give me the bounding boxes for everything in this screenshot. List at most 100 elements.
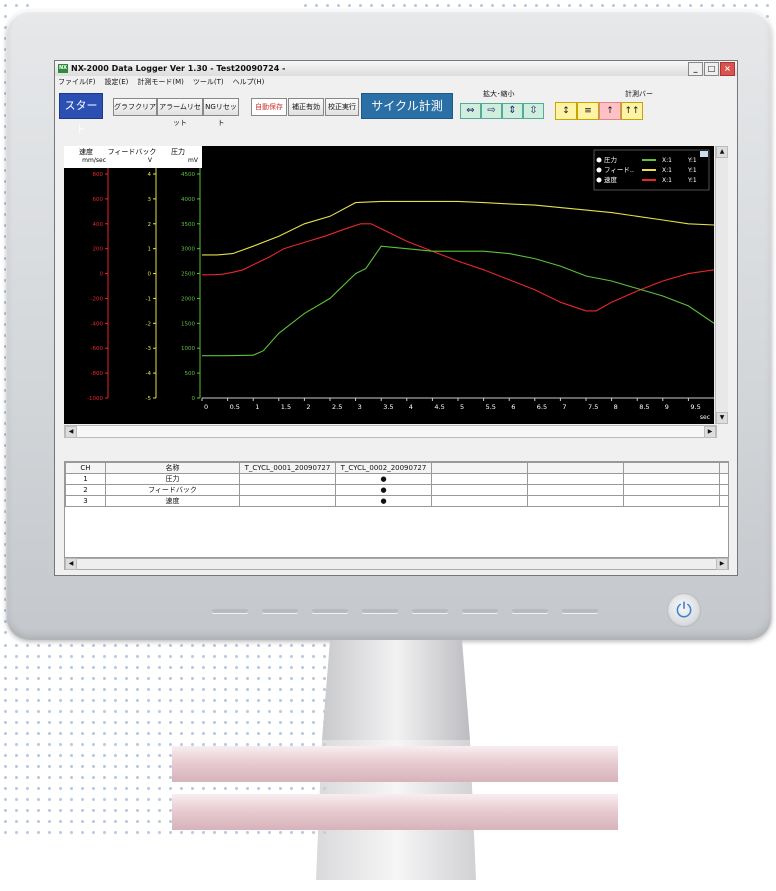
bezel-button[interactable] <box>262 609 298 613</box>
chart-horizontal-scrollbar[interactable]: ◀ ▶ <box>64 425 717 438</box>
measure-bar-marker-icon[interactable]: ↑ <box>599 102 621 120</box>
table-row[interactable]: 1 圧力 ● <box>65 473 729 485</box>
cell-file-1[interactable] <box>239 484 336 496</box>
measure-bar-pair-icon[interactable]: ↑↑ <box>621 102 643 120</box>
col-header-empty <box>719 462 729 474</box>
axis-tick-label: 1 <box>148 247 152 253</box>
scroll-right-icon[interactable]: ▶ <box>716 558 728 570</box>
auto-save-toggle[interactable]: 自動保存 <box>251 98 287 116</box>
cell-name: フィードバック <box>105 484 240 496</box>
maximize-button[interactable]: □ <box>704 61 719 76</box>
table-row[interactable]: 2 フィードバック ● <box>65 484 729 496</box>
axis-tick-label: 400 <box>93 222 104 228</box>
bezel-button[interactable] <box>212 609 248 613</box>
menu-file[interactable]: ファイル(F) <box>58 77 96 87</box>
monitor-stand <box>172 640 618 880</box>
axis-tick-label: 600 <box>93 197 104 203</box>
minimize-button[interactable]: _ <box>688 61 703 76</box>
bezel-button[interactable] <box>512 609 548 613</box>
waveform-chart[interactable]: 速度mm/sec8006004002000-200-400-600-800-10… <box>64 146 714 424</box>
x-tick-label: 9.5 <box>690 403 700 411</box>
axis-tick-label: -800 <box>91 371 104 377</box>
cell-file-1[interactable] <box>239 473 336 485</box>
menu-measure-mode[interactable]: 計測モード(M) <box>137 77 184 87</box>
col-header-empty <box>431 462 528 474</box>
x-tick-label: 0 <box>204 403 208 411</box>
bezel-button[interactable] <box>312 609 348 613</box>
x-tick-label: 4.5 <box>434 403 444 411</box>
x-tick-label: 7.5 <box>588 403 598 411</box>
graph-clear-button[interactable]: グラフクリア <box>113 98 157 116</box>
correction-toggle[interactable]: 補正有効 <box>288 98 324 116</box>
start-button[interactable]: スタート <box>59 93 103 136</box>
scroll-left-icon[interactable]: ◀ <box>65 426 77 438</box>
x-tick-label: 7 <box>562 403 566 411</box>
cell-file-2[interactable]: ● <box>335 495 432 507</box>
legend-x-scale: X:1 <box>662 157 672 164</box>
scroll-down-icon[interactable]: ▼ <box>716 412 728 424</box>
menu-tools[interactable]: ツール(T) <box>193 77 224 87</box>
power-icon[interactable]: ⏻ <box>667 593 701 627</box>
bezel-button[interactable] <box>412 609 448 613</box>
axis-name-label: フィードバック <box>108 148 157 156</box>
legend-y-scale: Y:1 <box>687 167 697 174</box>
col-header-ch[interactable]: CH <box>65 462 106 474</box>
scroll-up-icon[interactable]: ▲ <box>716 146 728 158</box>
legend-radio-icon <box>596 167 602 173</box>
toolbar: スタート グラフクリア アラームリセット NGリセット 自動保存 補正有効 校正… <box>55 87 737 136</box>
cell-file-1[interactable] <box>239 495 336 507</box>
col-header-file-1[interactable]: T_CYCL_0001_20090727 <box>239 462 336 474</box>
table-row[interactable]: 3 速度 ● <box>65 495 729 507</box>
axis-tick-label: 2 <box>148 222 152 228</box>
bezel-button[interactable] <box>462 609 498 613</box>
legend-x-scale: X:1 <box>662 167 672 174</box>
axis-tick-label: 3500 <box>181 222 195 228</box>
zoom-horizontal-shrink-icon[interactable]: ⇨ <box>481 103 502 119</box>
calibration-button[interactable]: 校正実行 <box>325 98 359 116</box>
cell-file-2[interactable]: ● <box>335 484 432 496</box>
chart-vertical-scrollbar[interactable]: ▲ ▼ <box>715 146 728 424</box>
legend-radio-icon <box>596 177 602 183</box>
cell-file-2[interactable]: ● <box>335 473 432 485</box>
x-tick-label: 2 <box>306 403 310 411</box>
measure-bar-range-icon[interactable]: ≡ <box>577 102 599 120</box>
ng-reset-button[interactable]: NGリセット <box>203 98 239 127</box>
legend-label: フィード.. <box>604 166 634 174</box>
x-tick-label: 6.5 <box>537 403 547 411</box>
bezel-button[interactable] <box>362 609 398 613</box>
axis-tick-label: 2500 <box>181 272 195 278</box>
axis-tick-label: 4500 <box>181 172 195 178</box>
scroll-left-icon[interactable]: ◀ <box>65 558 77 570</box>
axis-tick-label: 0 <box>192 396 196 402</box>
menu-help[interactable]: ヘルプ(H) <box>233 77 265 87</box>
channel-table: CH 名称 T_CYCL_0001_20090727 T_CYCL_0002_2… <box>64 461 729 558</box>
menu-settings[interactable]: 設定(E) <box>105 77 129 87</box>
zoom-horizontal-icon[interactable]: ⇔ <box>460 103 481 119</box>
cycle-measure-button[interactable]: サイクル計測 <box>361 93 453 119</box>
x-tick-label: 5.5 <box>486 403 496 411</box>
col-header-file-2[interactable]: T_CYCL_0002_20090727 <box>335 462 432 474</box>
close-button[interactable]: × <box>720 61 735 76</box>
col-header-name[interactable]: 名称 <box>105 462 240 474</box>
title-bar[interactable]: NX NX-2000 Data Logger Ver 1.30 - Test20… <box>55 61 737 76</box>
col-header-empty <box>527 462 624 474</box>
zoom-label: 拡大･縮小 <box>483 90 515 98</box>
bezel-button[interactable] <box>562 609 598 613</box>
alarm-reset-button[interactable]: アラームリセット <box>157 98 203 127</box>
table-horizontal-scrollbar[interactable]: ◀ ▶ <box>64 558 729 570</box>
app-icon: NX <box>58 64 68 73</box>
zoom-vertical-shrink-icon[interactable]: ⇳ <box>523 103 544 119</box>
axis-tick-label: -4 <box>146 371 152 377</box>
axis-tick-label: 500 <box>185 371 196 377</box>
legend-y-scale: Y:1 <box>687 157 697 164</box>
menu-bar: ファイル(F) 設定(E) 計測モード(M) ツール(T) ヘルプ(H) <box>55 76 737 87</box>
x-axis-label: sec <box>700 414 710 421</box>
measure-bar-start-icon[interactable]: ↕ <box>555 102 577 120</box>
cell-ch: 2 <box>65 484 106 496</box>
scroll-right-icon[interactable]: ▶ <box>704 426 716 438</box>
x-tick-label: 3 <box>358 403 362 411</box>
x-tick-label: 1 <box>255 403 259 411</box>
zoom-vertical-icon[interactable]: ⇕ <box>502 103 523 119</box>
legend-collapse-icon <box>700 151 708 157</box>
x-tick-label: 5 <box>460 403 464 411</box>
